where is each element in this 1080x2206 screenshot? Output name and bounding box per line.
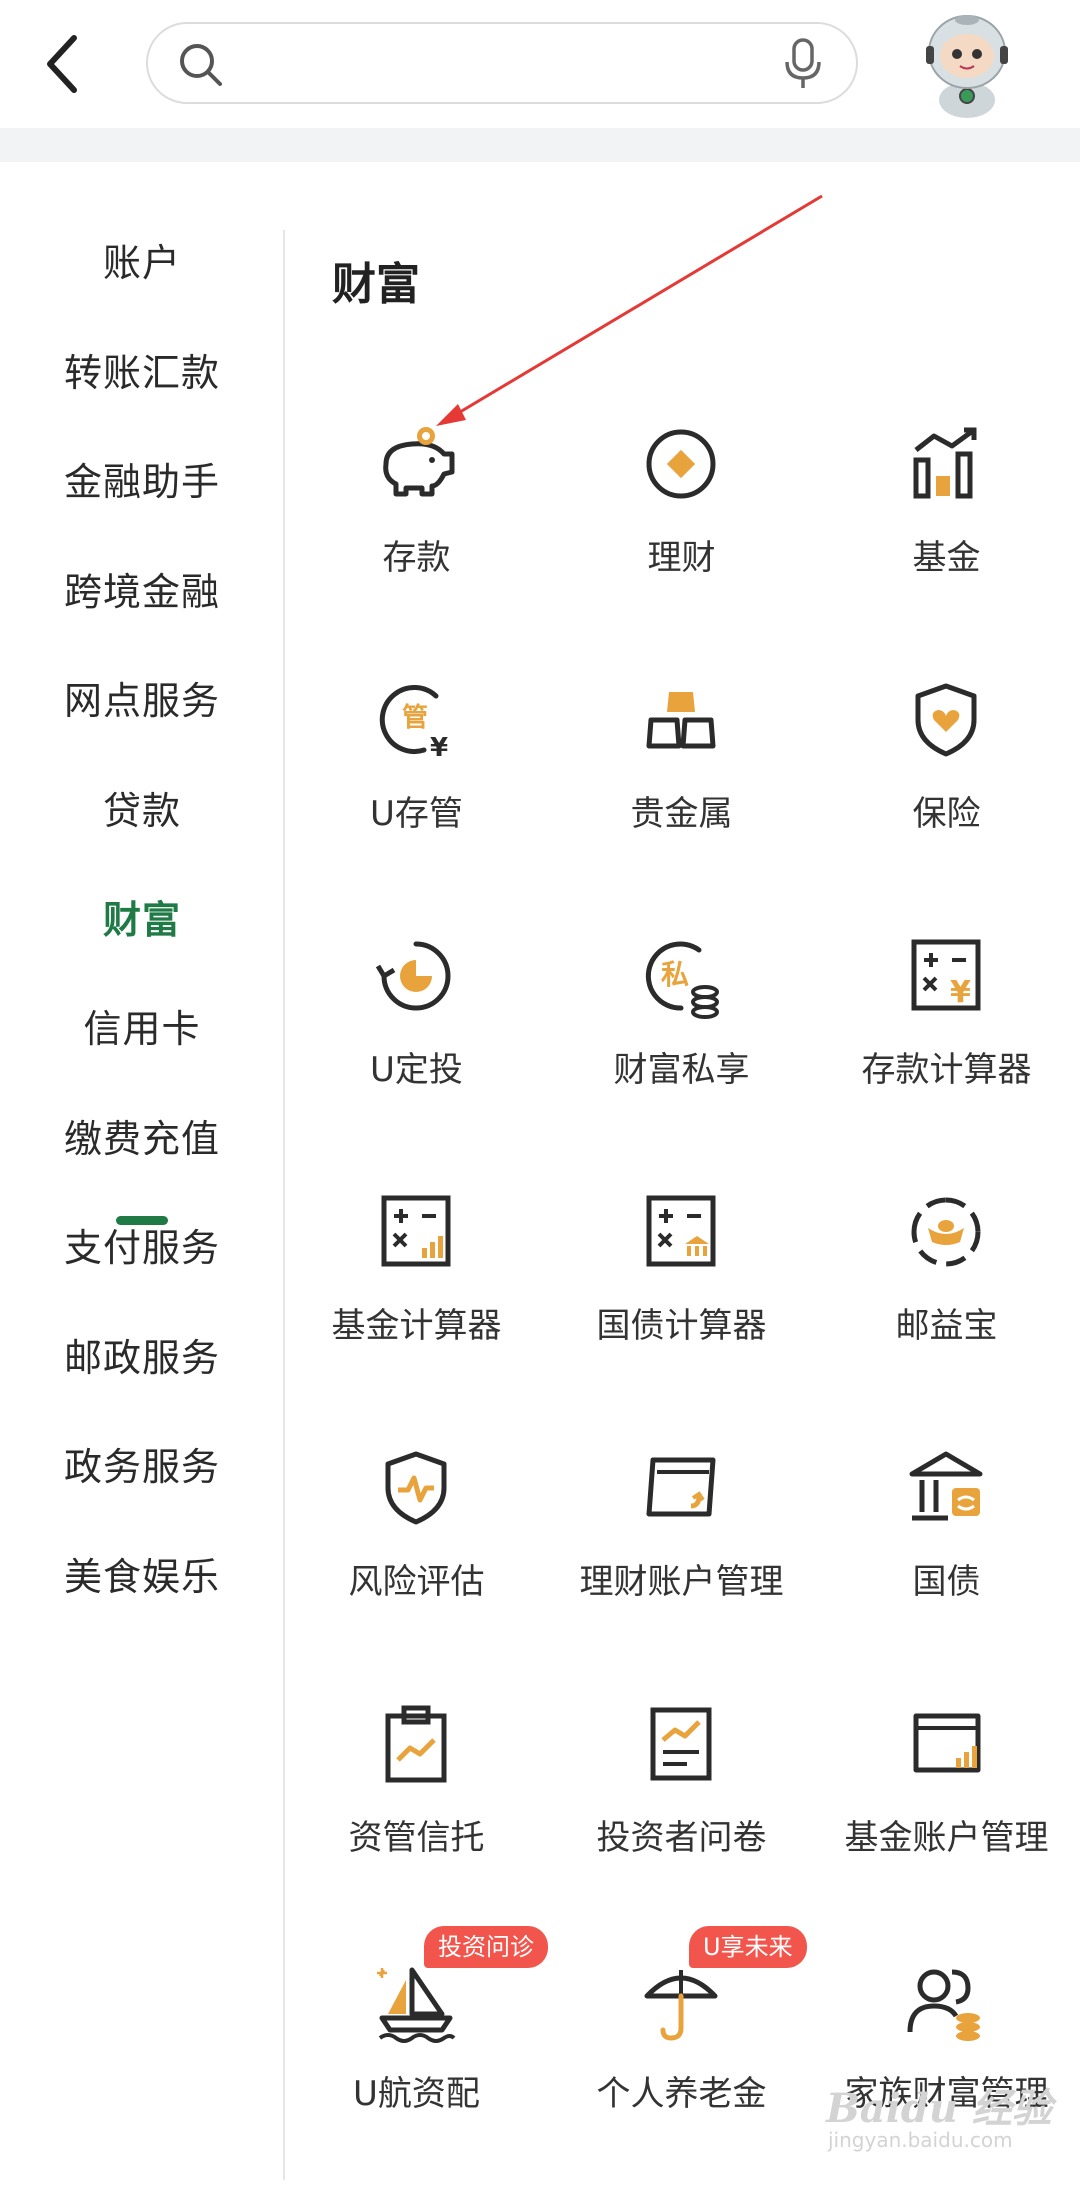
svg-text:¥: ¥ [430,733,448,763]
tile-label: 投资者问卷 [596,1818,767,1858]
sidebar-item-credit-card[interactable]: 信用卡 [0,970,284,1080]
tile-wealth-management[interactable]: 理财 [549,420,814,670]
diamond-coin-icon [646,429,716,499]
tile-label: 贵金属 [630,794,733,834]
tile-label: 存款 [382,538,451,578]
sidebar-item-transfer[interactable]: 转账汇款 [0,314,284,424]
tile-bond-calculator[interactable]: 国债计算器 [549,1188,814,1438]
tile-u-custody[interactable]: 管 ¥ U存管 [284,676,549,926]
sidebar-item-postal-service[interactable]: 邮政服务 [0,1299,284,1409]
section-title: 财富 [332,259,420,310]
tile-label: 基金账户管理 [844,1818,1049,1858]
watermark-logo: Baidu 经验 [826,2085,1052,2132]
sidebar-item-loan[interactable]: 贷款 [0,752,284,862]
sidebar-item-food-entertainment[interactable]: 美食娱乐 [0,1518,284,1628]
tile-label: 理财账户管理 [579,1562,784,1602]
piggy-bank-icon [383,427,455,497]
bar-chart-icon [913,427,977,499]
calculator-chart-icon [381,1195,451,1267]
pie-cycle-icon [375,941,451,1011]
account-card-icon [646,1457,716,1517]
watermark-url: jingyan.baidu.com [828,2128,1013,2152]
tile-asset-trust[interactable]: 资管信托 [284,1700,549,1950]
tile-deposit[interactable]: 存款 [284,420,549,670]
tile-fund-calculator[interactable]: 基金计算器 [284,1188,549,1438]
chevron-left-icon [47,35,77,93]
card-chart-icon [913,1713,981,1773]
svg-text:私: 私 [661,958,689,991]
search-icon [180,44,222,86]
umbrella-icon [644,1970,718,2041]
tile-label: 国债 [912,1562,981,1602]
family-coins-icon [907,1969,980,2041]
tile-u-allocation[interactable]: 投资问诊 U航资配 [284,1926,549,2206]
tile-label: 基金 [912,538,981,578]
document-chart-icon [650,1707,712,1781]
sidebar-item-bill-payment[interactable]: 缴费充值 [0,1080,284,1190]
search-input[interactable] [240,38,764,92]
ingot-cycle-icon [911,1197,981,1267]
tile-label: 存款计算器 [861,1050,1032,1090]
tile-u-investment-plan[interactable]: U定投 [284,932,549,1182]
sidebar-item-payment-service[interactable]: 支付服务 [0,1189,284,1299]
tile-label: 财富私享 [613,1050,750,1090]
shield-pulse-icon [385,1451,447,1525]
custody-icon: 管 ¥ [379,685,448,763]
tile-label: 邮益宝 [895,1306,998,1346]
tile-personal-pension[interactable]: U享未来 个人养老金 [549,1926,814,2206]
top-bar [0,0,1080,128]
clipboard-trend-icon [385,1705,447,1783]
tile-label: 理财 [647,538,716,578]
promo-badge: U享未来 [689,1926,807,1968]
tile-fund[interactable]: 基金 [814,420,1079,670]
tile-youyibao[interactable]: 邮益宝 [814,1188,1079,1438]
shield-heart-icon [915,683,977,757]
tile-label: 风险评估 [348,1562,485,1602]
sidebar-item-branch-service[interactable]: 网点服务 [0,642,284,752]
tile-risk-assessment[interactable]: 风险评估 [284,1444,549,1694]
tile-insurance[interactable]: 保险 [814,676,1079,926]
tile-investor-questionnaire[interactable]: 投资者问卷 [549,1700,814,1950]
svg-text:¥: ¥ [950,975,971,1010]
private-coins-icon: 私 [645,941,719,1019]
tile-treasury-bond[interactable]: 国债 [814,1444,1079,1694]
tile-label: 国债计算器 [596,1306,767,1346]
tile-deposit-calculator[interactable]: ¥ 存款计算器 [814,932,1079,1182]
category-sidebar: 账户 转账汇款 金融助手 跨境金融 网点服务 贷款 财富 信用卡 缴费充值 支付… [0,162,284,2180]
back-button[interactable] [36,24,96,104]
svg-text:管: 管 [402,703,428,733]
sidebar-item-finance-assistant[interactable]: 金融助手 [0,423,284,533]
tile-label: 基金计算器 [331,1306,502,1346]
sidebar-item-account[interactable]: 账户 [0,204,284,314]
gold-bars-icon [646,692,716,749]
tile-label: 个人养老金 [596,2074,767,2114]
bank-building-icon [909,1451,983,1521]
microphone-icon[interactable] [782,36,824,92]
tile-private-wealth[interactable]: 私 财富私享 [549,932,814,1182]
header-divider [0,128,1080,162]
robot-assistant-avatar[interactable] [912,8,1022,120]
sidebar-item-wealth[interactable]: 财富 [0,861,284,971]
tile-label: U定投 [370,1050,463,1090]
calculator-yen-icon: ¥ [911,939,981,1011]
tile-label: U航资配 [353,2074,480,2114]
tile-label: 资管信托 [348,1818,485,1858]
tile-wealth-account-management[interactable]: 理财账户管理 [549,1444,814,1694]
active-indicator [116,1216,168,1225]
promo-badge: 投资问诊 [424,1926,548,1968]
sidebar-item-cross-border[interactable]: 跨境金融 [0,533,284,643]
sailboat-icon [377,1967,456,2043]
tile-precious-metals[interactable]: 贵金属 [549,676,814,926]
tile-label: U存管 [370,794,463,834]
tile-fund-account-management[interactable]: 基金账户管理 [814,1700,1079,1950]
search-box[interactable] [146,22,858,104]
sidebar-item-government-service[interactable]: 政务服务 [0,1408,284,1518]
tile-label: 保险 [912,794,981,834]
calculator-bank-icon [646,1195,716,1267]
